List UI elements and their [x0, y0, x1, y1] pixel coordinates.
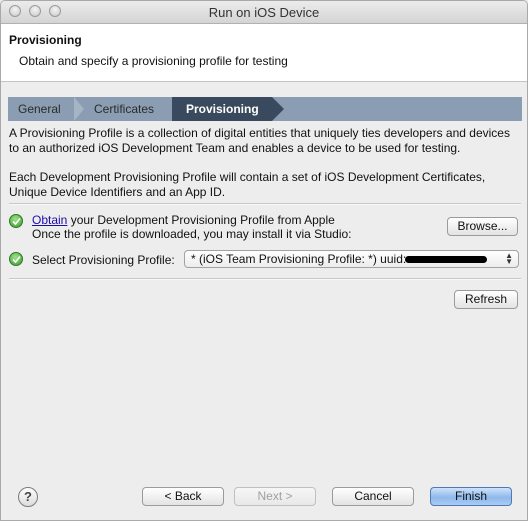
window-title: Run on iOS Device [208, 5, 320, 20]
redacted-uuid [405, 256, 488, 264]
install-instruction: Once the profile is downloaded, you may … [32, 227, 352, 241]
intro-paragraph-1: A Provisioning Profile is a collection o… [9, 126, 510, 155]
breadcrumb-separator-icon [74, 97, 84, 121]
page-title: Provisioning [9, 33, 82, 47]
wizard-breadcrumb: General Certificates Provisioning [8, 97, 522, 121]
check-icon [9, 214, 23, 228]
dialog-window: Run on iOS Device Provisioning Obtain an… [0, 0, 528, 521]
next-button[interactable]: Next > [234, 487, 316, 506]
obtain-instruction: Obtain your Development Provisioning Pro… [32, 213, 335, 227]
provisioning-profile-select[interactable]: * (iOS Team Provisioning Profile: *) uui… [184, 250, 519, 268]
page-description: Obtain and specify a provisioning profil… [19, 54, 288, 68]
help-icon[interactable]: ? [18, 487, 38, 507]
title-bar[interactable]: Run on iOS Device [1, 1, 527, 24]
check-icon [9, 252, 23, 266]
refresh-button[interactable]: Refresh [454, 290, 518, 309]
obtain-link[interactable]: Obtain [32, 213, 67, 227]
obtain-text: your Development Provisioning Profile fr… [67, 213, 335, 227]
breadcrumb-arrow-icon [272, 97, 284, 121]
divider [9, 203, 521, 205]
breadcrumb-certificates[interactable]: Certificates [94, 97, 154, 121]
selected-profile-value: * (iOS Team Provisioning Profile: *) uui… [191, 252, 407, 266]
breadcrumb-provisioning[interactable]: Provisioning [172, 97, 272, 121]
breadcrumb-general[interactable]: General [18, 97, 61, 121]
divider [9, 278, 521, 280]
back-button[interactable]: < Back [142, 487, 224, 506]
intro-paragraph-2: Each Development Provisioning Profile wi… [9, 170, 486, 199]
cancel-button[interactable]: Cancel [332, 487, 414, 506]
header-banner: Provisioning Obtain and specify a provis… [1, 24, 527, 82]
profile-select-label: Select Provisioning Profile: [32, 253, 175, 267]
finish-button[interactable]: Finish [430, 487, 512, 506]
select-arrows-icon: ▲ ▼ [505, 251, 513, 266]
browse-button[interactable]: Browse... [447, 217, 518, 236]
